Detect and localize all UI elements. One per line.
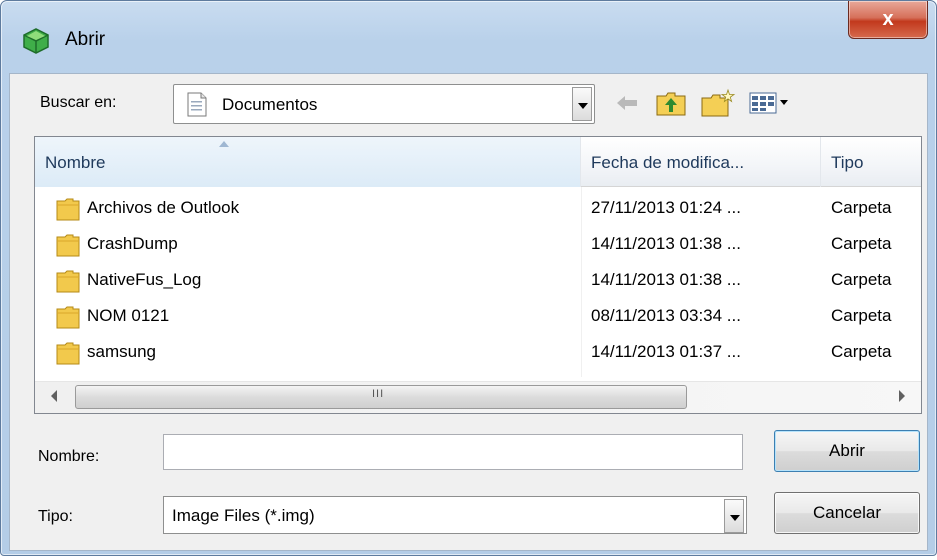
list-item[interactable]: NativeFus_Log 14/11/2013 01:38 ... Carpe…	[35, 263, 921, 299]
file-date: 08/11/2013 03:34 ...	[591, 306, 741, 325]
file-date: 14/11/2013 01:38 ...	[591, 270, 741, 289]
file-name: NativeFus_Log	[87, 270, 202, 289]
scrollbar-grip: III	[372, 388, 385, 400]
lookin-value: Documentos	[222, 95, 318, 114]
lookin-label: Buscar en:	[40, 94, 117, 111]
filename-label: Nombre:	[38, 448, 100, 465]
filetype-dropdown[interactable]: Image Files (*.img)	[163, 496, 747, 534]
filetype-dropdown-arrow[interactable]	[724, 499, 744, 533]
scrollbar-thumb[interactable]: III	[75, 385, 687, 409]
file-type: Carpeta	[831, 306, 892, 325]
file-rows: Archivos de Outlook 27/11/2013 01:24 ...…	[35, 191, 921, 371]
file-name: samsung	[87, 342, 156, 361]
folder-icon	[56, 198, 80, 221]
filetype-value: Image Files (*.img)	[172, 506, 315, 525]
open-dialog: Abrir x Buscar en: Documentos Nombre Fec…	[0, 0, 937, 556]
file-date: 14/11/2013 01:38 ...	[591, 234, 741, 253]
cancel-button[interactable]: Cancelar	[774, 492, 920, 534]
up-folder-icon[interactable]	[655, 88, 687, 118]
folder-icon	[56, 234, 80, 257]
column-header-name[interactable]: Nombre	[35, 137, 581, 187]
column-header-name-label: Nombre	[45, 153, 106, 172]
open-button[interactable]: Abrir	[774, 430, 920, 472]
horizontal-scrollbar[interactable]: III	[35, 381, 921, 413]
new-folder-icon[interactable]	[700, 88, 736, 118]
document-folder-icon	[187, 92, 207, 117]
file-name: Archivos de Outlook	[87, 198, 240, 217]
close-button[interactable]: x	[848, 1, 928, 39]
column-header-date[interactable]: Fecha de modifica...	[581, 137, 821, 187]
back-arrow-icon[interactable]	[613, 88, 641, 118]
column-header-type[interactable]: Tipo	[821, 137, 921, 187]
list-item[interactable]: CrashDump 14/11/2013 01:38 ... Carpeta	[35, 227, 921, 263]
folder-icon	[56, 342, 80, 365]
folder-icon	[56, 270, 80, 293]
dialog-body: Buscar en: Documentos Nombre Fecha de mo…	[9, 73, 928, 551]
scroll-right-arrow-icon[interactable]	[899, 390, 905, 402]
file-type: Carpeta	[831, 234, 892, 253]
lookin-dropdown[interactable]: Documentos	[173, 84, 595, 124]
file-list[interactable]: Nombre Fecha de modifica... Tipo Archivo…	[34, 136, 922, 414]
file-type: Carpeta	[831, 198, 892, 217]
list-item[interactable]: samsung 14/11/2013 01:37 ... Carpeta	[35, 335, 921, 371]
scroll-left-arrow-icon[interactable]	[51, 390, 57, 402]
file-date: 27/11/2013 01:24 ...	[591, 198, 741, 217]
list-item[interactable]: NOM 0121 08/11/2013 03:34 ... Carpeta	[35, 299, 921, 335]
folder-icon	[56, 306, 80, 329]
file-date: 14/11/2013 01:37 ...	[591, 342, 741, 361]
file-name: NOM 0121	[87, 306, 170, 325]
file-type: Carpeta	[831, 342, 892, 361]
list-item[interactable]: Archivos de Outlook 27/11/2013 01:24 ...…	[35, 191, 921, 227]
sort-ascending-icon	[219, 141, 229, 147]
lookin-dropdown-arrow[interactable]	[572, 87, 592, 121]
filename-input[interactable]	[163, 434, 743, 470]
window-title: Abrir	[65, 29, 106, 50]
file-name: CrashDump	[87, 234, 178, 253]
app-icon	[23, 28, 49, 54]
title-bar[interactable]: Abrir x	[1, 1, 936, 73]
column-header: Nombre Fecha de modifica... Tipo	[35, 137, 921, 187]
file-type: Carpeta	[831, 270, 892, 289]
view-menu-icon[interactable]	[748, 88, 790, 118]
filetype-label: Tipo:	[38, 508, 73, 525]
